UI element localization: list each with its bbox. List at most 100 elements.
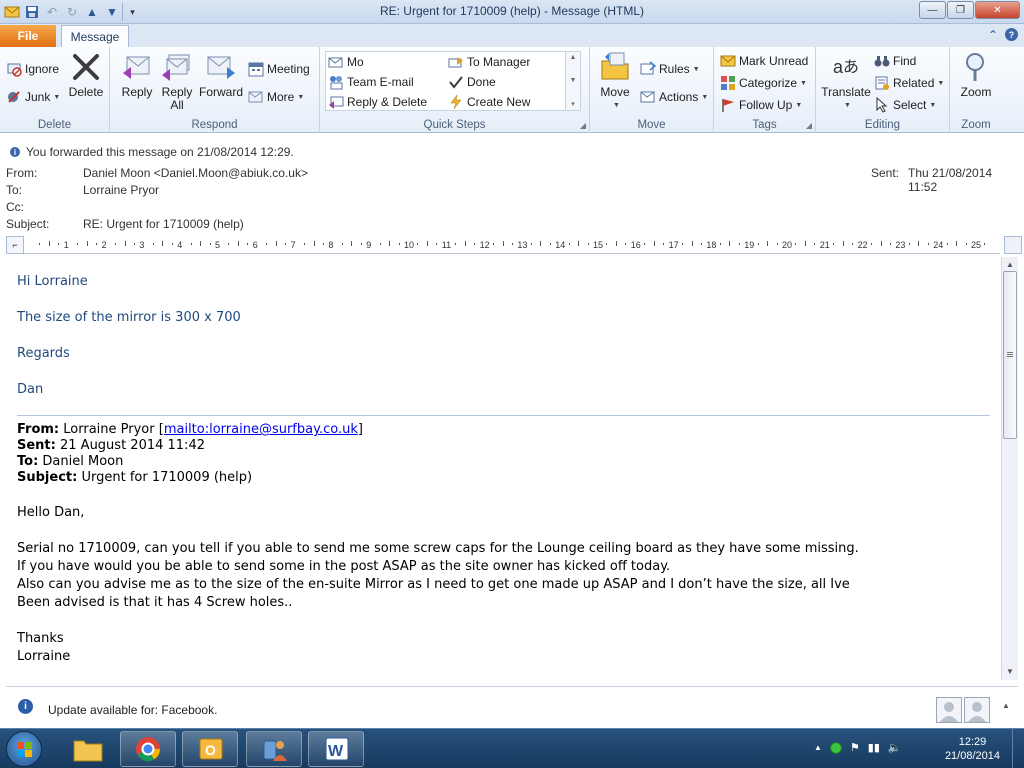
- ruler-number: 12: [479, 240, 490, 250]
- reply-all-button[interactable]: Reply All: [158, 51, 196, 112]
- help-icon[interactable]: ?: [1005, 28, 1018, 41]
- quick-step-to-manager[interactable]: To Manager: [448, 52, 530, 72]
- show-desktop-button[interactable]: [1012, 729, 1024, 768]
- ruler-tick: [39, 243, 41, 245]
- delete-button[interactable]: Delete: [66, 51, 106, 99]
- forward-button[interactable]: Forward: [198, 51, 244, 99]
- taskbar-word[interactable]: W: [308, 731, 364, 767]
- ruler-tick: [455, 243, 457, 245]
- zoom-group: Zoom Zoom: [950, 47, 1002, 133]
- to-value[interactable]: Lorraine Pryor: [83, 183, 159, 197]
- dialog-launcher-icon[interactable]: ◢: [580, 121, 586, 130]
- taskbar-outlook[interactable]: O: [182, 731, 238, 767]
- scroll-down-arrow-icon[interactable]: ▼: [1003, 664, 1017, 678]
- find-button[interactable]: Find: [874, 51, 916, 71]
- mark-unread-button[interactable]: Mark Unread: [720, 51, 808, 71]
- ruler-tick: [341, 243, 343, 245]
- move-button[interactable]: Move ▼: [596, 51, 634, 112]
- tab-message[interactable]: Message: [61, 25, 129, 48]
- more-respond-button[interactable]: More ▼: [248, 87, 304, 107]
- clock[interactable]: 12:29 21/08/2014: [945, 735, 1000, 763]
- ruler-tick: [96, 243, 98, 245]
- cc-label: Cc:: [6, 200, 24, 214]
- ruler-tick: [115, 243, 117, 245]
- magnifier-icon: [960, 51, 992, 83]
- rules-button[interactable]: Rules ▼: [640, 59, 700, 79]
- chevron-down-icon: ▼: [613, 102, 620, 109]
- scroll-thumb[interactable]: [1003, 271, 1017, 439]
- translate-button[interactable]: aあ Translate ▼: [820, 51, 872, 112]
- quoted-greeting: Hello Dan,: [17, 505, 85, 520]
- follow-up-button[interactable]: Follow Up ▼: [720, 95, 802, 115]
- actions-button[interactable]: Actions ▼: [640, 87, 708, 107]
- ruler-tick: [209, 243, 211, 245]
- reply-delete-icon: [328, 94, 344, 110]
- ruler[interactable]: ⌐ 1 2 3 4 5 6 7 8 9 10 11 12 13 14 15 16 17 18 19 20 21 22 23 2…: [6, 236, 1022, 254]
- quick-step-create-new[interactable]: Create New: [448, 92, 530, 112]
- categorize-button[interactable]: Categorize ▼: [720, 73, 807, 93]
- ruler-number: 13: [517, 240, 528, 250]
- quick-step-mo[interactable]: Mo: [328, 52, 364, 72]
- clock-time: 12:29: [958, 736, 987, 748]
- ruler-tick: [304, 243, 306, 245]
- network-icon[interactable]: ▮▮: [868, 741, 880, 754]
- expand-pane-icon[interactable]: ▲: [1002, 701, 1010, 710]
- close-button[interactable]: ✕: [975, 1, 1020, 19]
- expand-gallery-icon[interactable]: ▾: [571, 100, 575, 108]
- update-text[interactable]: Update available for: Facebook.: [48, 703, 217, 717]
- ignore-button[interactable]: Ignore: [6, 59, 59, 79]
- action-center-flag-icon[interactable]: ⚑: [850, 741, 860, 754]
- svg-text:W: W: [328, 743, 344, 760]
- zoom-button[interactable]: Zoom: [956, 51, 996, 99]
- junk-icon: [6, 89, 22, 105]
- taskbar-explorer[interactable]: [60, 731, 116, 767]
- ruler-tick: [814, 243, 816, 245]
- ruler-tick: [171, 243, 173, 245]
- sent-label: Sent:: [871, 166, 900, 180]
- quick-step-done[interactable]: Done: [448, 72, 496, 92]
- quick-step-reply-delete[interactable]: Reply & Delete: [328, 92, 427, 112]
- editing-group: aあ Translate ▼ Find Related ▼ Select ▼ Edi…: [816, 47, 950, 133]
- chevron-down-icon: ▼: [692, 65, 700, 73]
- tab-selector-icon[interactable]: ⌐: [6, 236, 24, 254]
- person-avatar-icon[interactable]: [964, 697, 990, 723]
- body-scrollbar[interactable]: ▲ ▼: [1001, 257, 1018, 680]
- dialog-launcher-icon[interactable]: ◢: [806, 121, 812, 130]
- minimize-button[interactable]: —: [919, 1, 946, 19]
- ruler-tick: [804, 241, 806, 246]
- from-value[interactable]: Daniel Moon <Daniel.Moon@abiuk.co.uk>: [83, 166, 308, 180]
- meeting-button[interactable]: Meeting: [248, 59, 310, 79]
- ruler-tick: [587, 243, 589, 245]
- more-icon: [248, 89, 264, 105]
- volume-icon[interactable]: 🔈: [888, 741, 902, 754]
- scroll-up-icon[interactable]: ▲: [570, 54, 577, 61]
- reply-button[interactable]: Reply: [118, 51, 156, 99]
- ruler-tick: [200, 241, 202, 246]
- start-button[interactable]: [6, 731, 42, 767]
- tab-file[interactable]: File: [0, 25, 56, 47]
- message-body[interactable]: Hi Lorraine The size of the mirror is 30…: [6, 257, 1000, 680]
- scroll-down-icon[interactable]: ▼: [570, 77, 577, 84]
- ruler-tick: [511, 243, 513, 245]
- view-ruler-button[interactable]: [1004, 236, 1022, 254]
- select-button[interactable]: Select ▼: [874, 95, 936, 115]
- ruler-tick: [615, 241, 617, 246]
- ruler-tick: [568, 243, 570, 245]
- restore-button[interactable]: ❐: [947, 1, 974, 19]
- taskbar-contacts-app[interactable]: [246, 731, 302, 767]
- quoted-line-3: Also can you advise me as to the size of…: [17, 577, 850, 592]
- status-online-icon[interactable]: [829, 741, 842, 754]
- scroll-up-arrow-icon[interactable]: ▲: [1003, 257, 1017, 271]
- mailto-link[interactable]: mailto:lorraine@surfbay.co.uk: [164, 422, 358, 437]
- quick-steps-scroll[interactable]: ▲ ▼ ▾: [565, 52, 580, 110]
- taskbar-chrome[interactable]: [120, 731, 176, 767]
- quick-step-team-email[interactable]: Team E-mail: [328, 72, 414, 92]
- person-avatar-icon[interactable]: [936, 697, 962, 723]
- delete-icon: [70, 51, 102, 83]
- show-hidden-icons-icon[interactable]: ▲: [814, 743, 822, 752]
- related-button[interactable]: Related ▼: [874, 73, 944, 93]
- junk-button[interactable]: Junk ▼: [6, 87, 60, 107]
- collapse-ribbon-icon[interactable]: ⌃: [988, 28, 998, 42]
- ruler-tick: [918, 241, 920, 246]
- window-title: RE: Urgent for 1710009 (help) - Message …: [379, 4, 645, 18]
